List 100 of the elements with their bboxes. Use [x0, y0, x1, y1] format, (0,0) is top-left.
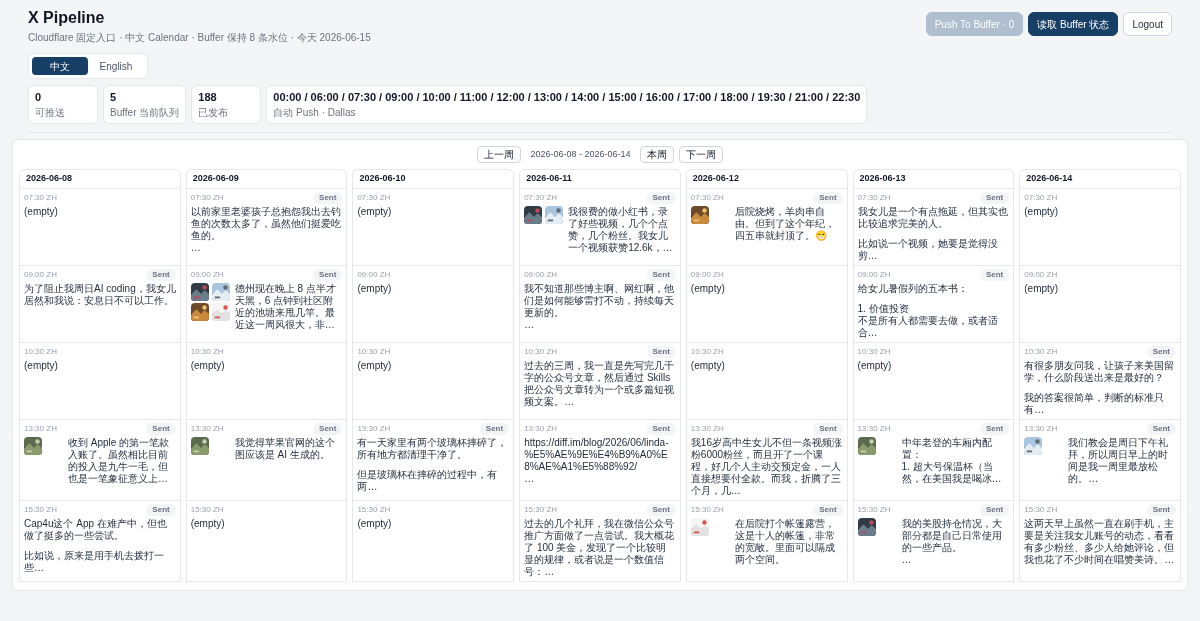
- slot-time: 07:30 ZH: [190, 192, 224, 204]
- status-badge: Sent: [313, 192, 343, 204]
- post-text: 比如说，原来是用手机去拨打一些…: [24, 550, 165, 574]
- slot-time: 07:30 ZH: [24, 192, 57, 204]
- post-text: 收到 Apple 的第一笔款入账了。虽然相比目前的投入是九牛一毛，但也是一笔象征意义上…: [68, 437, 171, 485]
- status-badge: Sent: [146, 269, 176, 281]
- post-text: (empty): [24, 206, 59, 218]
- slot-time: 07:30 ZH: [857, 192, 891, 204]
- status-badge: Sent: [979, 504, 1010, 516]
- status-badge: Sent: [1146, 423, 1176, 435]
- slot-time: 09:00 ZH: [24, 269, 57, 281]
- post-text: 我女儿是一个有点拖延，但其实也比较追求完美的人。: [857, 206, 1009, 230]
- status-badge: Sent: [646, 504, 676, 516]
- this-week-button[interactable]: 本周: [639, 146, 674, 163]
- slot-time: 15:30 ZH: [690, 504, 724, 516]
- post-text: (empty): [190, 518, 226, 530]
- slot-time: 10:30 ZH: [1024, 346, 1058, 358]
- slot-time: 15:30 ZH: [524, 504, 558, 516]
- post-text: 为了阻止我周日AI coding，我女儿居然和我说：安息日不可以工作。: [24, 283, 176, 307]
- slot-time: 09:00 ZH: [1024, 269, 1058, 281]
- post-text: 有一天家里有两个玻璃杯摔碎了，所有地方都清理干净了。: [357, 437, 509, 461]
- language-tab[interactable]: English: [88, 57, 144, 75]
- post-text: 我觉得苹果官网的这个图应该是 AI 生成的。: [234, 437, 336, 461]
- day-header: 2026-06-10: [352, 169, 515, 189]
- post-text: 在后院打个帐篷露营，这是十人的帐篷，非常的宽敞。里面可以隔成两个空间。: [734, 518, 836, 566]
- slot-time: 09:00 ZH: [357, 269, 391, 281]
- post-text: 我的答案很简单，判断的标准只有…: [1024, 392, 1166, 416]
- day-header: 2026-06-08: [19, 169, 181, 189]
- slot-time: 07:30 ZH: [690, 192, 724, 204]
- status-badge: Sent: [1146, 504, 1176, 516]
- slot-time: 10:30 ZH: [357, 346, 391, 358]
- post-text: 我不知道那些博主啊、网红啊，他们是如何能够雷打不动，持续每天更新的。: [524, 283, 676, 319]
- stat-label: 自动 Push · Dallas: [273, 106, 357, 120]
- post-text: 中年老登的车厢内配置：: [901, 437, 993, 461]
- post-text: 给女儿暑假列的五本书：: [857, 283, 969, 295]
- action-button[interactable]: 读取 Buffer 状态: [1028, 12, 1119, 36]
- status-badge: Sent: [1146, 346, 1176, 358]
- post-text: 不是所有人都需要去做，或者适合…: [857, 315, 999, 339]
- slot-time: 13:30 ZH: [690, 423, 724, 435]
- post-text: 我的美股持仓情况，大部分都是自己日常使用的一些产品。: [901, 518, 1003, 554]
- post-text: (empty): [690, 360, 726, 372]
- slot-time: 10:30 ZH: [24, 346, 57, 358]
- post-text: (empty): [1024, 206, 1060, 218]
- slot-time: 10:30 ZH: [524, 346, 558, 358]
- week-range: 2026-06-08 - 2026-06-14: [529, 147, 632, 161]
- slot-time: 13:30 ZH: [524, 423, 558, 435]
- page-subtitle: Cloudflare 固定入口 · 中文 Calendar · Buffer 保持 8 条水位 · 今天 2026-06-15: [28, 31, 371, 45]
- language-tab[interactable]: 中文: [32, 57, 88, 75]
- post-text: (empty): [357, 283, 393, 295]
- slot-time: 13:30 ZH: [357, 423, 391, 435]
- status-badge: Sent: [313, 269, 343, 281]
- next-week-button[interactable]: 下一周: [678, 146, 723, 163]
- slot-time: 10:30 ZH: [190, 346, 224, 358]
- post-text: (empty): [190, 360, 226, 372]
- slot-time: 09:00 ZH: [857, 269, 891, 281]
- day-header: 2026-06-14: [1019, 169, 1181, 189]
- status-badge: Sent: [979, 269, 1010, 281]
- day-header: 2026-06-11: [519, 169, 681, 189]
- slot-time: 09:00 ZH: [190, 269, 224, 281]
- post-text: (empty): [357, 206, 393, 218]
- post-text: 我16岁高中生女儿不但一条视频涨粉6000粉丝，而且开了一个课程，好几个人主动交预定金，一人直接想要付全款。而我，折腾了三个月，几…: [690, 437, 843, 497]
- status-badge: Sent: [813, 423, 843, 435]
- slot-time: 09:00 ZH: [524, 269, 558, 281]
- status-badge: Sent: [313, 423, 343, 435]
- post-text: …: [524, 319, 536, 331]
- post-text: …: [524, 473, 536, 485]
- logout-button[interactable]: Logout: [1123, 12, 1172, 36]
- stat-label: Buffer 当前队列: [110, 106, 180, 120]
- slot-time: 09:00 ZH: [690, 269, 724, 281]
- slot-time: 13:30 ZH: [857, 423, 891, 435]
- post-text: 我很费的做小红书，录了好些视频，几个个点赞，几个粉丝。我女儿一个视频获赞12.6k，…: [568, 206, 674, 254]
- slot-time: 15:30 ZH: [357, 504, 391, 516]
- post-text: (empty): [357, 518, 393, 530]
- post-text: 我们教会是周日下午礼拜，所以周日早上的时间是我一周里最放松的。…: [1068, 437, 1170, 485]
- status-badge: Sent: [646, 423, 676, 435]
- post-text: 但是玻璃杯在摔碎的过程中，有两…: [357, 469, 499, 493]
- post-text: …: [190, 242, 202, 254]
- post-text: 以前家里老婆孩子总抱怨我出去钓鱼的次数太多了，虽然他们挺爱吃鱼的。: [190, 206, 342, 242]
- slot-time: 15:30 ZH: [1024, 504, 1058, 516]
- stat-value: 0: [35, 90, 43, 105]
- status-badge: Sent: [813, 504, 843, 516]
- status-badge: Sent: [979, 423, 1010, 435]
- status-badge: Sent: [646, 346, 676, 358]
- stat-value: 5: [110, 90, 118, 105]
- post-text: (empty): [857, 360, 893, 372]
- link-text: https://diff.im/blog/2026/06/linda-%E5%AE%9E%E4%B9%A0%E8%AE%A1%E5%88%92/: [524, 437, 670, 473]
- previous-week-button[interactable]: 上一周: [477, 146, 522, 163]
- slot-time: 15:30 ZH: [857, 504, 891, 516]
- slot-time: 10:30 ZH: [857, 346, 891, 358]
- post-text: 后院烧烤，羊肉串自由。但到了这个年纪，四五串就封顶了。😁: [734, 206, 836, 242]
- status-badge: Sent: [813, 192, 843, 204]
- status-badge: Sent: [146, 423, 176, 435]
- post-text: (empty): [1024, 283, 1060, 295]
- slot-time: 10:30 ZH: [690, 346, 724, 358]
- status-badge: Sent: [479, 423, 510, 435]
- post-text: 1. 价值投资: [857, 303, 910, 315]
- status-badge: Sent: [646, 192, 676, 204]
- post-text: 过去的三周，我一直是先写完几千字的公众号文章，然后通过 Skills 把公众号文章转为一个或多篇短视频文案。…: [524, 360, 676, 408]
- stat-label: 已发布: [198, 106, 230, 120]
- day-header: 2026-06-13: [852, 169, 1015, 189]
